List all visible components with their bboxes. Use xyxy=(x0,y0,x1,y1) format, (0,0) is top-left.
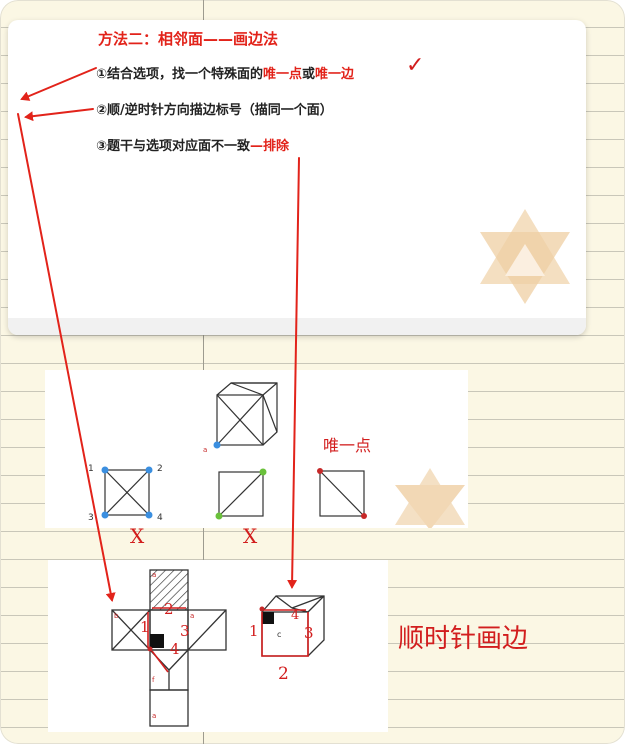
pen-arrows xyxy=(17,67,300,602)
lined-paper: 方法二：相邻面——画边法 ①结合选项，找一个特殊面的唯一点或唯一边 ✓ ②顺/逆… xyxy=(0,0,625,744)
notes-page: 方法二：相邻面——画边法 ①结合选项，找一个特殊面的唯一点或唯一边 ✓ ②顺/逆… xyxy=(0,0,625,744)
